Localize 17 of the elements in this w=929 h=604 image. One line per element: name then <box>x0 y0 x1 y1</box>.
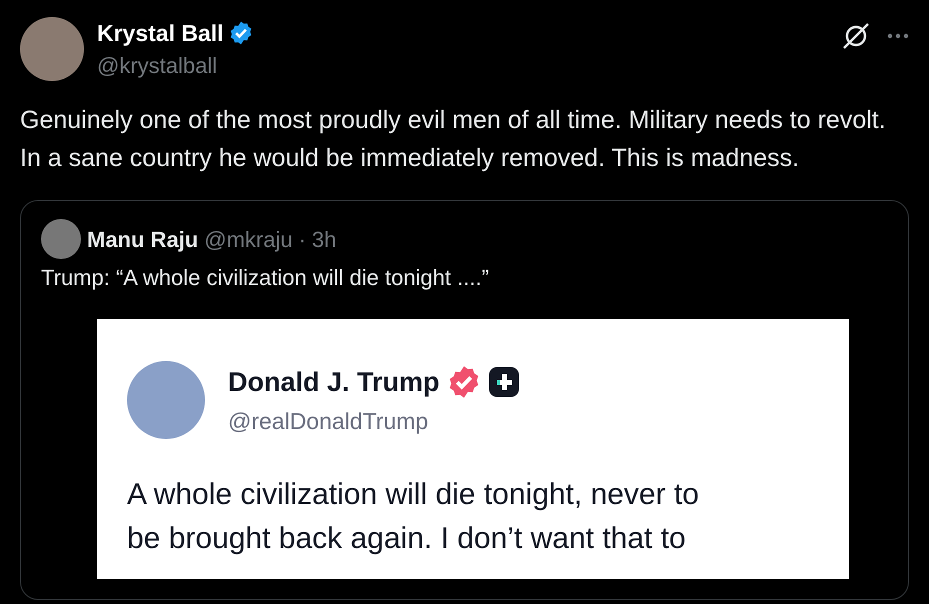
avatar-photo-placeholder <box>41 219 81 259</box>
plus-square-icon <box>488 366 520 398</box>
post-text: Genuinely one of the most proudly evil men of all time. Military needs to revolt. In a sane country he would be immediately removed. This is madness. <box>19 105 887 174</box>
quoted-author-name: Manu Raju <box>87 226 198 254</box>
embedded-author-handle: @realDonaldTrump <box>228 407 430 436</box>
author-name[interactable]: Krystal Ball <box>97 19 224 47</box>
quoted-author-handle: @mkraju <box>204 226 293 254</box>
embedded-post-text-line: be brought back again. I don’t want that to <box>127 521 687 557</box>
embedded-post-text-line: A whole civilization will die tonight, never to <box>127 477 700 513</box>
author-handle[interactable]: @krystalball <box>97 52 841 80</box>
quoted-post-card[interactable]: Manu Raju @mkraju · 3h Trump: “A whole civilization will die tonight ....” Donald J. Trump @realDonaldTrump A whole civilization will die tonight, never to be brought back again. I don’t want that to <box>20 200 909 600</box>
embedded-author-name: Donald J. Trump <box>228 366 440 399</box>
slashed-circle-icon[interactable] <box>841 21 871 51</box>
post-time: 3h <box>312 226 336 254</box>
more-options-icon[interactable] <box>887 33 909 39</box>
separator-dot: · <box>298 226 306 254</box>
quoted-post-text: Trump: “A whole civilization will die tonight ....” <box>40 264 490 292</box>
